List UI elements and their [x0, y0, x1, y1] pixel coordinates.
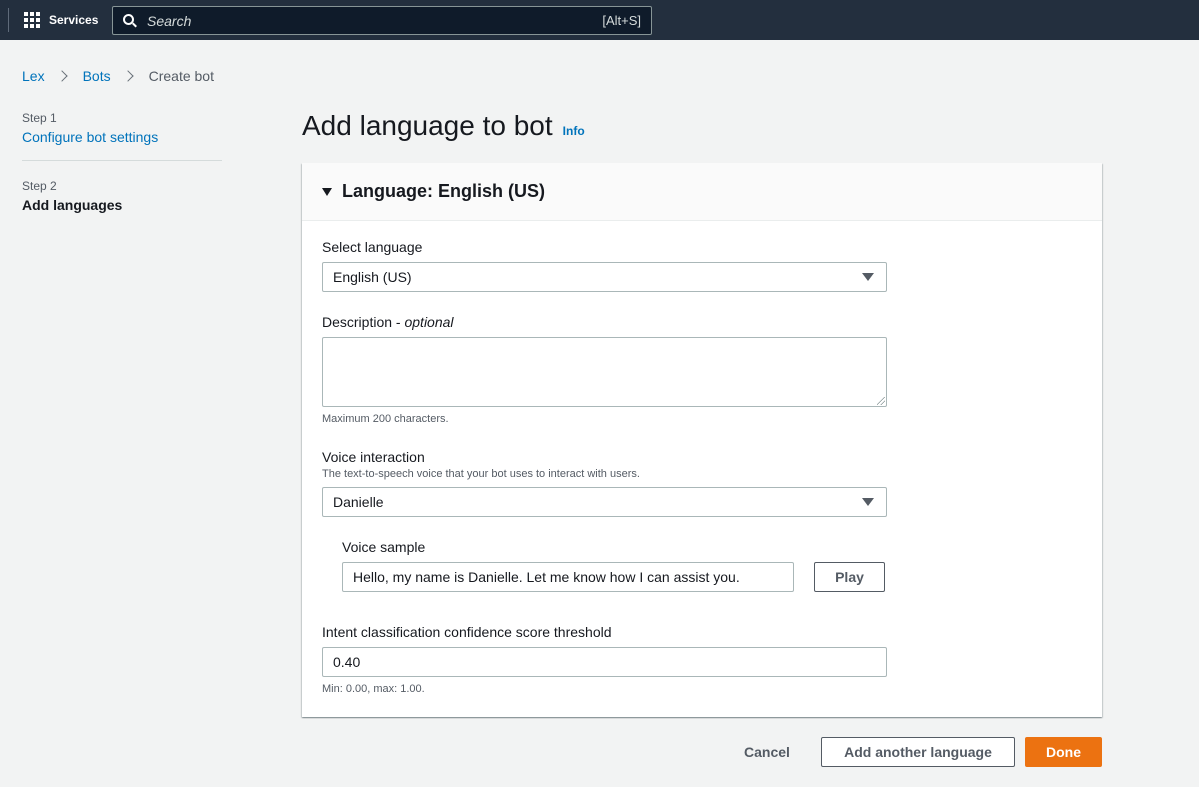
top-navigation: Services [Alt+S]	[0, 0, 1199, 40]
optional-label: optional	[404, 314, 454, 330]
step-divider	[22, 160, 222, 161]
threshold-input[interactable]	[322, 647, 887, 677]
play-button[interactable]: Play	[814, 562, 885, 592]
language-panel: Language: English (US) Select language E…	[302, 163, 1102, 717]
wizard-steps: Step 1 Configure bot settings Step 2 Add…	[22, 111, 222, 213]
resize-handle-icon[interactable]	[877, 397, 885, 405]
description-label: Description - optional	[322, 314, 454, 330]
language-select-value: English (US)	[333, 269, 412, 285]
search-icon	[123, 13, 137, 28]
breadcrumb-lex[interactable]: Lex	[22, 68, 45, 84]
done-button[interactable]: Done	[1025, 737, 1102, 767]
voice-sample-label: Voice sample	[342, 539, 426, 555]
description-textarea[interactable]	[322, 337, 887, 407]
voice-interaction-hint: The text-to-speech voice that your bot u…	[322, 468, 640, 480]
add-another-language-button[interactable]: Add another language	[821, 737, 1015, 767]
voice-sample-input[interactable]	[342, 562, 794, 592]
search-shortcut-hint: [Alt+S]	[602, 13, 641, 28]
services-label: Services	[49, 13, 99, 27]
step-1-link[interactable]: Configure bot settings	[22, 129, 222, 145]
search-bar[interactable]: [Alt+S]	[112, 6, 652, 35]
search-input[interactable]	[147, 12, 603, 29]
info-link[interactable]: Info	[563, 124, 585, 138]
breadcrumb: Lex Bots Create bot	[22, 68, 214, 84]
threshold-hint: Min: 0.00, max: 1.00.	[322, 683, 425, 695]
chevron-right-icon	[121, 70, 134, 82]
description-hint: Maximum 200 characters.	[322, 413, 449, 425]
step-2: Step 2 Add languages	[22, 179, 222, 213]
nav-divider	[8, 8, 9, 32]
threshold-label: Intent classification confidence score t…	[322, 624, 612, 640]
breadcrumb-create-bot: Create bot	[148, 68, 214, 84]
select-language-label: Select language	[322, 239, 423, 255]
dropdown-arrow-icon	[862, 498, 874, 506]
voice-interaction-label: Voice interaction	[322, 449, 425, 465]
step-2-label: Step 2	[22, 179, 57, 193]
services-menu-button[interactable]: Services	[24, 10, 98, 30]
services-grid-icon	[24, 12, 40, 28]
dropdown-arrow-icon	[862, 273, 874, 281]
language-select[interactable]: English (US)	[322, 262, 887, 292]
voice-select[interactable]: Danielle	[322, 487, 887, 517]
breadcrumb-bots[interactable]: Bots	[83, 68, 111, 84]
step-1: Step 1 Configure bot settings	[22, 111, 222, 145]
caret-down-icon	[322, 187, 332, 196]
page-title: Add language to bot	[302, 110, 553, 141]
step-2-title: Add languages	[22, 197, 123, 213]
voice-select-value: Danielle	[333, 494, 384, 510]
cancel-button[interactable]: Cancel	[735, 737, 799, 767]
chevron-right-icon	[55, 70, 68, 82]
language-panel-header[interactable]: Language: English (US)	[302, 163, 1102, 221]
step-1-label: Step 1	[22, 111, 57, 125]
panel-title: Language: English (US)	[342, 181, 546, 201]
page-header: Add language to bot Info	[302, 110, 585, 142]
